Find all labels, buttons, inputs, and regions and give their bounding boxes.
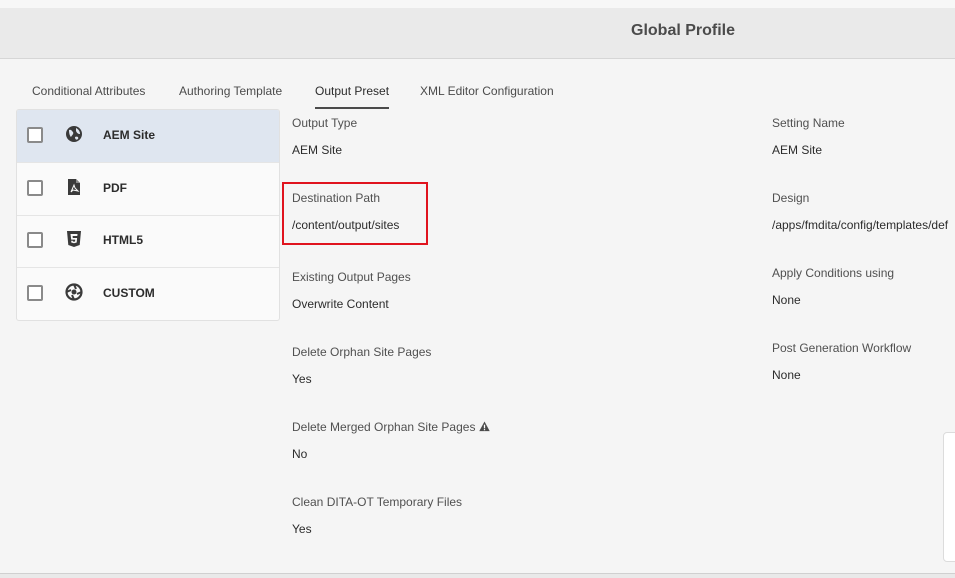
delete-merged-orphan-pages-label: Delete Merged Orphan Site Pages <box>292 420 476 434</box>
delete-orphan-pages-value: Yes <box>292 372 312 386</box>
design-label: Design <box>772 191 810 205</box>
clean-dita-ot-label: Clean DITA-OT Temporary Files <box>292 495 463 509</box>
output-preset-list: AEM Site PDF HTML5 CUSTOM <box>16 109 280 321</box>
preset-item-html5[interactable]: HTML5 <box>17 215 279 268</box>
preset-checkbox[interactable] <box>27 285 43 301</box>
apply-conditions-label: Apply Conditions using <box>772 266 895 280</box>
setting-name-value: AEM Site <box>772 143 823 157</box>
tab-xml-editor-configuration[interactable]: XML Editor Configuration <box>420 84 554 107</box>
bottom-border <box>0 573 955 578</box>
output-type-value: AEM Site <box>292 143 343 157</box>
page-header: Global Profile <box>0 8 955 59</box>
post-generation-workflow-value: None <box>772 368 801 382</box>
page-title: Global Profile <box>631 22 736 39</box>
preset-checkbox[interactable] <box>27 180 43 196</box>
preset-item-pdf[interactable]: PDF <box>17 163 279 216</box>
existing-output-pages-label: Existing Output Pages <box>292 270 411 284</box>
output-type-label: Output Type <box>292 116 358 130</box>
preset-checkbox[interactable] <box>27 232 43 248</box>
delete-merged-orphan-pages-field: Delete Merged Orphan Site Pages <box>292 420 491 434</box>
preset-label: HTML5 <box>103 233 143 247</box>
preset-item-custom[interactable]: CUSTOM <box>17 268 279 320</box>
tab-output-preset[interactable]: Output Preset <box>315 84 390 109</box>
destination-path-label: Destination Path <box>292 191 381 205</box>
tab-authoring-template[interactable]: Authoring Template <box>179 84 282 107</box>
apply-conditions-value: None <box>772 293 801 307</box>
delete-merged-orphan-pages-value: No <box>292 447 308 461</box>
existing-output-pages-value: Overwrite Content <box>292 297 389 311</box>
design-value: /apps/fmdita/config/templates/def <box>772 218 949 232</box>
preset-label: AEM Site <box>103 128 156 142</box>
delete-orphan-pages-label: Delete Orphan Site Pages <box>292 345 432 359</box>
post-generation-workflow-label: Post Generation Workflow <box>772 341 912 355</box>
side-panel-edge[interactable] <box>943 432 955 562</box>
custom-icon <box>65 283 83 301</box>
preset-label: CUSTOM <box>103 286 155 300</box>
clean-dita-ot-value: Yes <box>292 522 312 536</box>
destination-path-value: /content/output/sites <box>292 218 400 232</box>
globe-icon <box>66 126 82 142</box>
setting-name-label: Setting Name <box>772 116 845 130</box>
pdf-icon <box>68 179 80 195</box>
html5-icon <box>67 231 81 247</box>
tab-conditional-attributes[interactable]: Conditional Attributes <box>32 84 145 107</box>
preset-checkbox[interactable] <box>27 127 43 143</box>
preset-item-aem-site[interactable]: AEM Site <box>17 110 279 163</box>
warning-icon <box>479 421 491 432</box>
preset-label: PDF <box>103 181 127 195</box>
